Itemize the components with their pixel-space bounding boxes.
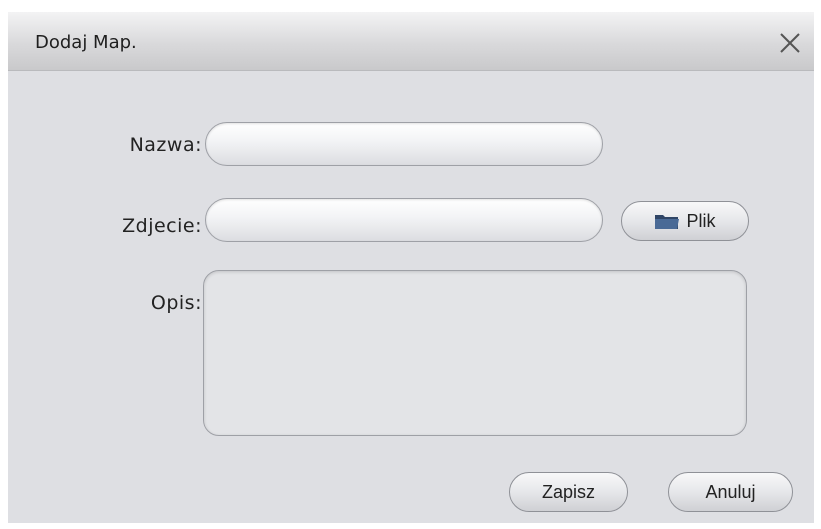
image-path-input[interactable] [205, 198, 603, 242]
cancel-button[interactable]: Anuluj [668, 472, 793, 512]
add-map-dialog: Dodaj Map. Nazwa: Zdjecie: Plik Opis: Za… [8, 12, 814, 523]
name-label: Nazwa: [129, 134, 202, 156]
browse-file-label: Plik [686, 210, 716, 231]
image-label: Zdjecie: [122, 215, 202, 237]
close-icon [780, 33, 800, 53]
browse-file-button[interactable]: Plik [621, 201, 749, 241]
description-label: Opis: [150, 292, 202, 314]
save-button-label: Zapisz [541, 481, 595, 502]
save-button[interactable]: Zapisz [509, 472, 628, 512]
close-button[interactable] [778, 31, 802, 55]
cancel-button-label: Anuluj [705, 481, 756, 502]
dialog-titlebar[interactable]: Dodaj Map. [8, 12, 814, 71]
folder-icon [655, 215, 680, 229]
dialog-title: Dodaj Map. [35, 32, 137, 53]
description-textarea[interactable] [203, 270, 747, 436]
name-input[interactable] [205, 122, 603, 166]
